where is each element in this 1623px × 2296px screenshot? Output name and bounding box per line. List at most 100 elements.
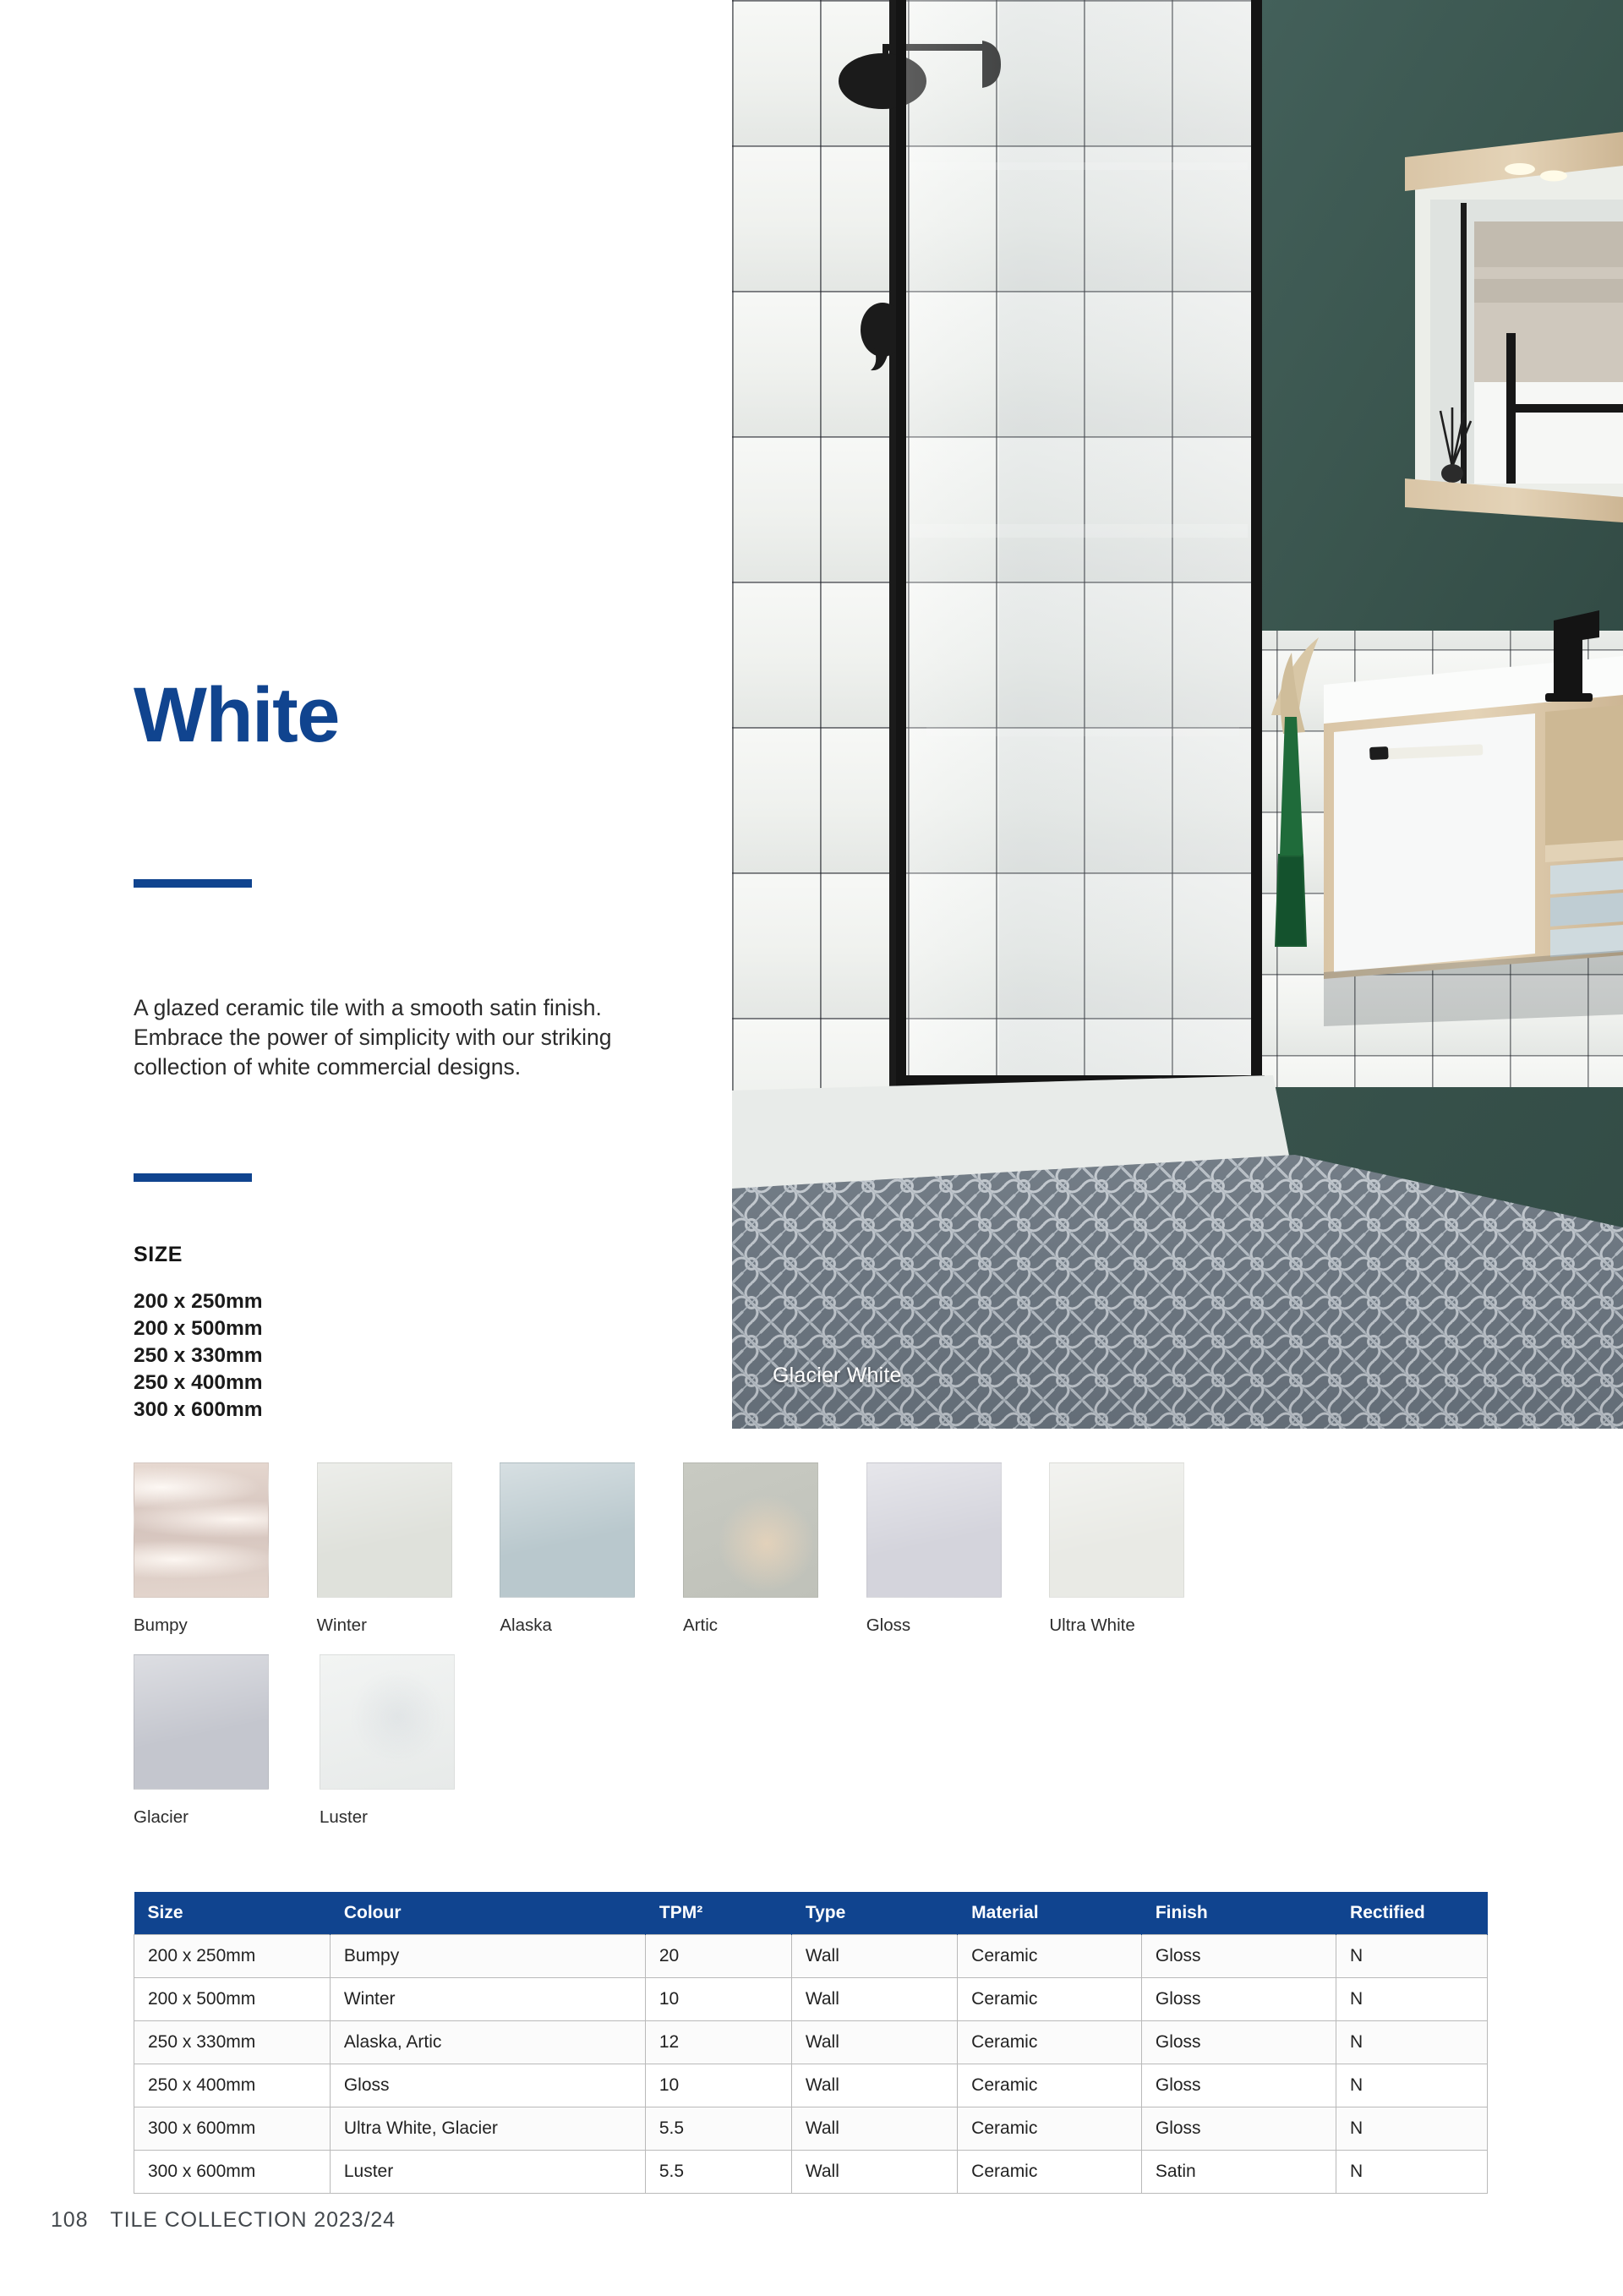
size-list: 200 x 250mm 200 x 500mm 250 x 330mm 250 … [134,1288,263,1424]
table-row: 200 x 500mm Winter 10 Wall Ceramic Gloss… [134,1977,1488,2021]
cell-size: 250 x 400mm [134,2064,331,2107]
table-row: 300 x 600mm Ultra White, Glacier 5.5 Wal… [134,2107,1488,2151]
swatch-row: Bumpy Winter Alaska Artic Gloss Ultra Wh… [134,1462,1232,1636]
cell-material: Ceramic [957,2107,1142,2151]
cell-colour: Winter [329,1977,646,2021]
cell-type: Wall [790,1977,959,2021]
swatch-alaska[interactable]: Alaska [500,1462,683,1636]
size-heading: SIZE [134,1243,183,1266]
collection-description: A glazed ceramic tile with a smooth sati… [134,994,612,1080]
cell-rectified: N [1336,2064,1488,2107]
cell-colour: Gloss [329,2064,646,2107]
swatch-row: Glacier Luster [134,1654,1232,1828]
table-row: 200 x 250mm Bumpy 20 Wall Ceramic Gloss … [134,1934,1488,1978]
swatch-chip[interactable] [320,1654,455,1790]
cell-finish: Gloss [1140,2107,1337,2151]
swatch-chip[interactable] [866,1462,1002,1598]
table-body: 200 x 250mm Bumpy 20 Wall Ceramic Gloss … [134,1934,1488,2194]
size-item: 250 x 400mm [134,1371,263,1395]
swatch-chip[interactable] [316,1462,452,1598]
swatch-glacier[interactable]: Glacier [134,1654,320,1828]
cell-type: Wall [790,2150,959,2194]
swatch-chip[interactable] [134,1462,269,1598]
cell-finish: Gloss [1140,1934,1337,1978]
column-header-finish: Finish [1141,1892,1337,1935]
cell-colour: Bumpy [329,1934,646,1978]
cell-rectified: N [1336,2107,1488,2151]
hero-caption: Glacier White [773,1364,902,1387]
swatch-label: Bumpy [134,1615,188,1635]
swatch-label: Luster [320,1807,368,1827]
cell-size: 300 x 600mm [134,2150,331,2194]
swatch-chip[interactable] [500,1462,636,1598]
cell-colour: Luster [329,2150,646,2194]
size-item: 200 x 500mm [134,1317,263,1341]
table-header: Size Colour TPM² Type Material Finish Re… [134,1892,1488,1935]
swatch-label: Artic [683,1615,719,1635]
cell-tpm: 10 [644,1977,792,2021]
cell-size: 200 x 500mm [134,1977,331,2021]
table-header-row: Size Colour TPM² Type Material Finish Re… [134,1892,1488,1935]
bathroom-scene-illustration [732,0,1623,1429]
divider-rule-bottom [134,1173,252,1182]
swatch-chip[interactable] [1049,1462,1185,1598]
cell-type: Wall [790,1934,959,1978]
cell-rectified: N [1336,2020,1488,2064]
swatch-winter[interactable]: Winter [316,1462,500,1636]
table-row: 250 x 400mm Gloss 10 Wall Ceramic Gloss … [134,2064,1488,2107]
size-item: 300 x 600mm [134,1398,263,1422]
swatch-gloss[interactable]: Gloss [866,1462,1050,1636]
column-header-tpm: TPM² [645,1892,792,1935]
size-item: 250 x 330mm [134,1344,263,1368]
swatch-label: Glacier [134,1807,189,1827]
column-header-material: Material [957,1892,1142,1935]
size-item: 200 x 250mm [134,1290,263,1313]
swatch-luster[interactable]: Luster [320,1654,505,1828]
footer-publication: TILE COLLECTION 2023/24 [110,2208,396,2232]
hero-bathroom-photo: Glacier White [732,0,1623,1429]
column-header-type: Type [791,1892,959,1935]
swatch-artic[interactable]: Artic [683,1462,866,1636]
swatch-label: Alaska [500,1615,552,1635]
cell-colour: Alaska, Artic [329,2020,646,2064]
cell-tpm: 10 [644,2064,792,2107]
swatch-bumpy[interactable]: Bumpy [134,1462,317,1636]
cell-tpm: 5.5 [644,2107,792,2151]
tile-spec-table: Size Colour TPM² Type Material Finish Re… [134,1892,1488,2194]
cell-colour: Ultra White, Glacier [329,2107,646,2151]
cell-finish: Satin [1140,2150,1337,2194]
column-header-size: Size [134,1892,331,1935]
cell-tpm: 12 [644,2020,792,2064]
cell-size: 250 x 330mm [134,2020,331,2064]
cell-material: Ceramic [957,2020,1142,2064]
cell-tpm: 5.5 [644,2150,792,2194]
cell-tpm: 20 [644,1934,792,1978]
cell-finish: Gloss [1140,1977,1337,2021]
page-title: White [134,672,340,758]
swatch-label: Gloss [866,1615,911,1635]
cell-material: Ceramic [957,1977,1142,2021]
cell-material: Ceramic [957,2064,1142,2107]
cell-rectified: N [1336,1934,1488,1978]
column-header-rectified: Rectified [1336,1892,1488,1935]
cell-size: 300 x 600mm [134,2107,331,2151]
cell-finish: Gloss [1140,2064,1337,2107]
table-row: 250 x 330mm Alaska, Artic 12 Wall Cerami… [134,2020,1488,2064]
swatch-label: Winter [316,1615,367,1635]
cell-type: Wall [790,2107,959,2151]
cell-finish: Gloss [1140,2020,1337,2064]
colour-swatch-grid: Bumpy Winter Alaska Artic Gloss Ultra Wh… [134,1462,1232,1846]
column-header-colour: Colour [330,1892,646,1935]
cell-material: Ceramic [957,1934,1142,1978]
divider-rule-top [134,879,252,888]
swatch-chip[interactable] [134,1654,269,1790]
swatch-chip[interactable] [683,1462,819,1598]
cell-type: Wall [790,2020,959,2064]
footer-page-number: 108 [51,2208,89,2232]
page-footer: 108 TILE COLLECTION 2023/24 [51,2208,396,2233]
cell-rectified: N [1336,2150,1488,2194]
swatch-ultra-white[interactable]: Ultra White [1049,1462,1232,1636]
table-row: 300 x 600mm Luster 5.5 Wall Ceramic Sati… [134,2150,1488,2194]
cell-size: 200 x 250mm [134,1934,331,1978]
cell-rectified: N [1336,1977,1488,2021]
